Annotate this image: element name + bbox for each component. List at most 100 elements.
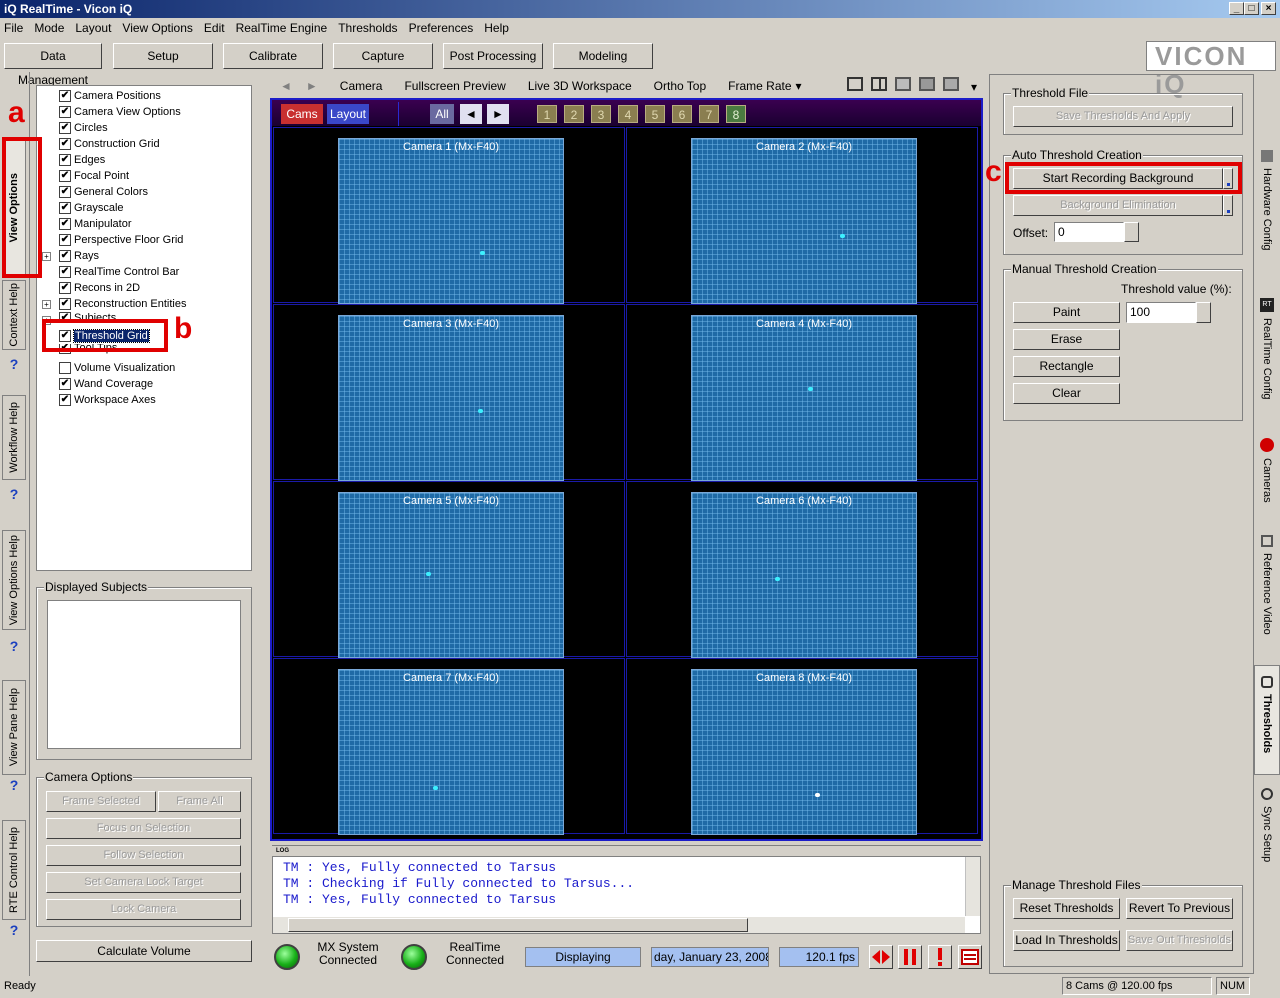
checkbox[interactable]: ✔: [59, 138, 71, 150]
tab-view-pane-help[interactable]: View Pane Help: [2, 680, 26, 775]
paint-button[interactable]: Paint: [1013, 302, 1120, 323]
dropdown-indicator[interactable]: [1223, 195, 1233, 216]
camera-1-button[interactable]: 1: [537, 105, 557, 123]
checkbox[interactable]: ✔: [59, 154, 71, 166]
checkbox[interactable]: [59, 362, 71, 374]
menu-edit[interactable]: Edit: [204, 21, 225, 35]
camera-view-1[interactable]: Camera 1 (Mx-F40): [273, 127, 625, 304]
toolbar-camera[interactable]: Camera: [340, 79, 383, 93]
tab-reference-video[interactable]: Reference Video: [1256, 535, 1278, 655]
save-thresholds-and-apply-button[interactable]: Save Thresholds And Apply: [1013, 106, 1233, 127]
checkbox[interactable]: ✔: [59, 282, 71, 294]
menu-file[interactable]: File: [4, 21, 23, 35]
toolbar-right-arrow[interactable]: ►: [306, 79, 318, 93]
tree-item-reconstruction-entities[interactable]: ✔ Reconstruction Entities: [59, 296, 187, 312]
frame-selected-button[interactable]: Frame Selected: [46, 791, 156, 812]
tree-item-camera-view-options[interactable]: ✔ Camera View Options: [59, 104, 181, 120]
log-header[interactable]: LOG: [272, 845, 981, 855]
tree-item-edges[interactable]: ✔ Edges: [59, 152, 105, 168]
log-horizontal-scrollbar[interactable]: [273, 917, 965, 933]
tab-sync-setup[interactable]: Sync Setup: [1256, 788, 1278, 878]
tree-item-workspace-axes[interactable]: ✔ Workspace Axes: [59, 392, 156, 408]
close-view-icon[interactable]: [943, 77, 959, 91]
toolbar-ortho-top[interactable]: Ortho Top: [654, 79, 706, 93]
all-cameras-button[interactable]: All: [430, 104, 454, 124]
tab-thresholds[interactable]: Thresholds: [1254, 665, 1280, 775]
camera-view-5[interactable]: Camera 5 (Mx-F40): [273, 481, 625, 658]
menu-layout[interactable]: Layout: [75, 21, 111, 35]
threshold-value-input[interactable]: 100: [1126, 302, 1196, 323]
offset-spinner[interactable]: [1124, 222, 1139, 242]
mode-post-processing-button[interactable]: Post Processing: [443, 43, 543, 69]
camera-view-3[interactable]: Camera 3 (Mx-F40): [273, 304, 625, 481]
load-in-thresholds-button[interactable]: Load In Thresholds: [1013, 930, 1120, 951]
camera-4-button[interactable]: 4: [618, 105, 638, 123]
camera-5-button[interactable]: 5: [645, 105, 665, 123]
mode-calibrate-button[interactable]: Calibrate: [223, 43, 323, 69]
tree-item-focal-point[interactable]: ✔ Focal Point: [59, 168, 129, 184]
menu-realtime-engine[interactable]: RealTime Engine: [236, 21, 328, 35]
checkbox[interactable]: ✔: [59, 186, 71, 198]
menu-thresholds[interactable]: Thresholds: [338, 21, 397, 35]
checkbox[interactable]: ✔: [59, 234, 71, 246]
pause-icon[interactable]: [898, 945, 922, 969]
checkbox[interactable]: ✔: [59, 394, 71, 406]
focus-on-selection-button[interactable]: Focus on Selection: [46, 818, 241, 839]
camera-view-2[interactable]: Camera 2 (Mx-F40): [626, 127, 978, 304]
tab-hardware-config[interactable]: Hardware Config: [1256, 150, 1278, 280]
tab-context-help[interactable]: Context Help: [2, 280, 26, 350]
mode-setup-button[interactable]: Setup: [113, 43, 213, 69]
camera-view-6[interactable]: Camera 6 (Mx-F40): [626, 481, 978, 658]
menu-view-options[interactable]: View Options: [122, 21, 192, 35]
threshold-value-spinner[interactable]: [1196, 302, 1211, 323]
erase-button[interactable]: Erase: [1013, 329, 1120, 350]
checkbox[interactable]: ✔: [59, 218, 71, 230]
tab-view-options-help[interactable]: View Options Help: [2, 530, 26, 630]
save-out-thresholds-button[interactable]: Save Out Thresholds: [1126, 930, 1233, 951]
follow-selection-button[interactable]: Follow Selection: [46, 845, 241, 866]
calculate-volume-button[interactable]: Calculate Volume: [36, 940, 252, 962]
toolbar-frame-rate[interactable]: Frame Rate: [728, 79, 791, 93]
next-camera-button[interactable]: ►: [487, 104, 509, 124]
log-vertical-scrollbar[interactable]: [965, 857, 980, 916]
alert-icon[interactable]: [928, 945, 952, 969]
help-icon[interactable]: ?: [6, 638, 22, 654]
scrollbar-thumb[interactable]: [288, 918, 748, 932]
checkbox[interactable]: ✔: [59, 298, 71, 310]
help-icon[interactable]: ?: [6, 922, 22, 938]
checkbox[interactable]: ✔: [59, 266, 71, 278]
help-icon[interactable]: ?: [6, 486, 22, 502]
expand-icon[interactable]: +: [42, 300, 51, 309]
background-elimination-button[interactable]: Background Elimination: [1013, 195, 1223, 216]
clear-button[interactable]: Clear: [1013, 383, 1120, 404]
help-icon[interactable]: ?: [6, 777, 22, 793]
image-icon[interactable]: [895, 77, 911, 91]
record-settings-icon[interactable]: [958, 945, 982, 969]
lock-camera-button[interactable]: Lock Camera: [46, 899, 241, 920]
reset-thresholds-button[interactable]: Reset Thresholds: [1013, 898, 1120, 919]
checkbox[interactable]: ✔: [59, 250, 71, 262]
set-camera-lock-target-button[interactable]: Set Camera Lock Target: [46, 872, 241, 893]
offset-input[interactable]: 0: [1054, 222, 1124, 242]
checkbox[interactable]: ✔: [59, 122, 71, 134]
tree-item-rays[interactable]: ✔ Rays: [59, 248, 99, 264]
tree-item-general-colors[interactable]: ✔ General Colors: [59, 184, 148, 200]
checkbox[interactable]: ✔: [59, 90, 71, 102]
camera-8-button[interactable]: 8: [726, 105, 746, 123]
save-icon[interactable]: [919, 77, 935, 91]
camera-6-button[interactable]: 6: [672, 105, 692, 123]
tree-item-perspective-floor-grid[interactable]: ✔ Perspective Floor Grid: [59, 232, 183, 248]
tree-item-grayscale[interactable]: ✔ Grayscale: [59, 200, 124, 216]
tree-item-volume-visualization[interactable]: Volume Visualization: [59, 360, 175, 376]
chevron-down-icon[interactable]: ▾: [971, 80, 977, 94]
layout-single-icon[interactable]: [847, 77, 863, 91]
mode-modeling-button[interactable]: Modeling: [553, 43, 653, 69]
chevron-down-icon[interactable]: ▾: [796, 79, 802, 93]
frame-all-button[interactable]: Frame All: [158, 791, 241, 812]
camera-7-button[interactable]: 7: [699, 105, 719, 123]
maximize-button[interactable]: □: [1244, 2, 1259, 15]
close-button[interactable]: ×: [1261, 2, 1276, 15]
prev-camera-button[interactable]: ◄: [460, 104, 482, 124]
checkbox[interactable]: ✔: [59, 202, 71, 214]
camera-view-4[interactable]: Camera 4 (Mx-F40): [626, 304, 978, 481]
